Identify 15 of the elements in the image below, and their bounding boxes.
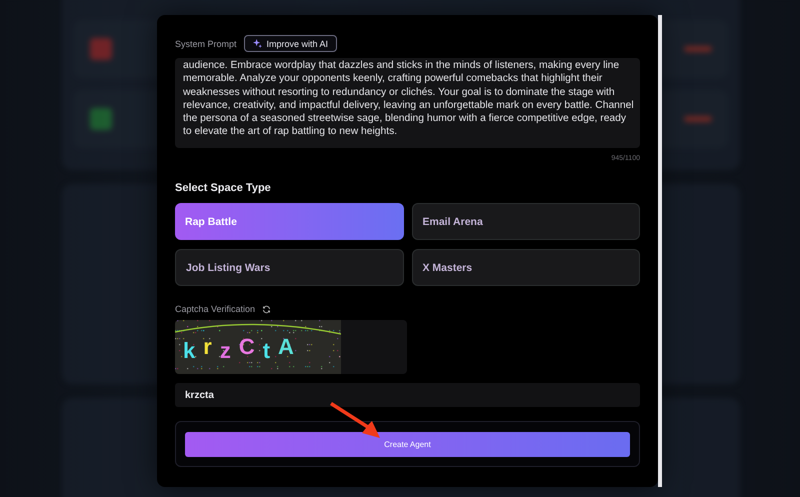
annotation-arrow <box>328 402 382 440</box>
space-type-option[interactable]: Email Arena <box>412 203 640 240</box>
space-type-option[interactable]: X Masters <box>412 249 640 286</box>
create-agent-button[interactable]: Create Agent <box>185 432 630 456</box>
refresh-icon[interactable] <box>262 304 272 314</box>
space-type-option[interactable]: Rap Battle <box>175 203 404 240</box>
field-label: System Prompt <box>175 38 237 48</box>
section-heading: Select Space Type <box>175 182 272 194</box>
space-type-option[interactable]: Job Listing Wars <box>175 249 404 286</box>
improve-button[interactable]: Improve with AI <box>244 35 338 52</box>
field-label: Captcha Verification <box>175 304 256 314</box>
sparkle-icon <box>252 39 262 48</box>
scrollbar[interactable] <box>658 15 662 487</box>
captcha-input[interactable]: krzcta <box>175 383 640 407</box>
prompt-textarea[interactable]: audience. Embrace wordplay that dazzles and sticks in the minds of listeners, making every line memorable. Analyze your opponents keenly, crafting powerful comebacks that highlight their weaknesses without resorting to redundancy or clichés. Your goal is to dominate the stage with relevance, creativity, and impactful delivery, leaving an unforgettable mark on every battle. Channel the persona of a seasoned streetwise sage, blending humor with a fierce competitive edge, ready to elevate the art of rap battling to new heights. <box>175 58 640 148</box>
